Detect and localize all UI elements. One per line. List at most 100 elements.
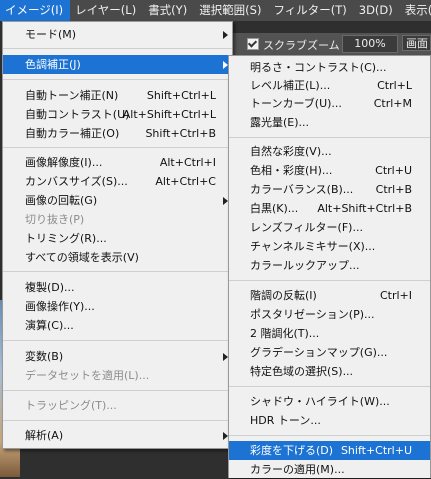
submenu-item-brightness-contrast[interactable]: 明るさ・コントラスト(C)... [229, 58, 430, 77]
menu-item-shortcut: Shift+Ctrl+U [340, 444, 412, 457]
menu-item-shortcut: Ctrl+U [375, 164, 412, 177]
submenu-item-desaturate[interactable]: 彩度を下げる(D) Shift+Ctrl+U [229, 441, 430, 460]
submenu-item-curves[interactable]: トーンカーブ(U)... Ctrl+M [229, 94, 430, 113]
submenu-item-color-lookup[interactable]: カラールックアップ... [229, 256, 430, 275]
submenu-item-channel-mixer[interactable]: チャンネルミキサー(X)... [229, 237, 430, 256]
menu-item-auto-tone[interactable]: 自動トーン補正(N) Shift+Ctrl+L [3, 86, 232, 105]
image-menu: モード(M) 色調補正(J) 自動トーン補正(N) Shift+Ctrl+L 自動… [2, 21, 233, 449]
menu-3d[interactable]: 3D(D) [354, 0, 400, 21]
menu-item-label: カンバスサイズ(S)... [25, 175, 128, 188]
submenu-item-gradient-map[interactable]: グラデーションマップ(G)... [229, 343, 430, 362]
menu-item-shortcut: Ctrl+I [379, 289, 412, 302]
submenu-item-levels[interactable]: レベル補正(L)... Ctrl+L [229, 76, 430, 95]
menu-item-label: チャンネルミキサー(X)... [250, 240, 376, 253]
menu-item-label: 演算(C)... [25, 319, 74, 332]
submenu-item-exposure[interactable]: 露光量(E)... [229, 113, 430, 132]
menu-item-label: 自動コントラスト(U) [25, 108, 130, 121]
submenu-item-black-white[interactable]: 白黒(K)... Alt+Shift+Ctrl+B [229, 199, 430, 218]
separator [3, 79, 232, 80]
menu-item-analysis[interactable]: 解析(A) [3, 426, 232, 445]
menu-item-label: 明るさ・コントラスト(C)... [250, 61, 387, 74]
menu-item-mode[interactable]: モード(M) [3, 25, 232, 44]
menu-item-label: 自動トーン補正(N) [25, 89, 119, 102]
separator [229, 435, 430, 436]
menu-item-label: トーンカーブ(U)... [250, 97, 342, 110]
submenu-arrow-icon [223, 31, 228, 39]
zoom-100-button[interactable]: 100% [342, 35, 398, 53]
menu-item-trap[interactable]: トラッピング(T)... [3, 396, 232, 415]
menu-item-shortcut: Shift+Ctrl+B [145, 127, 216, 140]
separator [229, 386, 430, 387]
menu-item-variables[interactable]: 変数(B) [3, 347, 232, 366]
scrubby-zoom-label: スクラブズーム [263, 39, 340, 52]
menu-item-apply-data-set[interactable]: データセットを適用(L)... [3, 366, 232, 385]
menu-item-label: 画像の回転(G) [25, 194, 98, 207]
menu-item-shortcut: Alt+Ctrl+I [159, 156, 216, 169]
menu-item-label: 複製(D)... [25, 281, 75, 294]
menu-type[interactable]: 書式(Y) [143, 0, 194, 21]
submenu-item-posterize[interactable]: ポスタリゼーション(P)... [229, 305, 430, 324]
menu-item-calculations[interactable]: 演算(C)... [3, 316, 232, 335]
menu-item-label: 画像操作(Y)... [25, 300, 95, 313]
fit-screen-button[interactable]: 画面 [402, 35, 431, 51]
submenu-item-hdr-toning[interactable]: HDR トーン... [229, 411, 430, 430]
menu-item-label: カラールックアップ... [250, 259, 360, 272]
separator [3, 340, 232, 341]
menu-item-adjustments[interactable]: 色調補正(J) [3, 55, 232, 74]
menu-item-label: 色相・彩度(H)... [250, 164, 333, 177]
submenu-item-threshold[interactable]: 2 階調化(T)... [229, 324, 430, 343]
menu-item-auto-contrast[interactable]: 自動コントラスト(U) Alt+Shift+Ctrl+L [3, 105, 232, 124]
separator [3, 271, 232, 272]
separator [3, 420, 232, 421]
menu-select[interactable]: 選択範囲(S) [194, 0, 268, 21]
menu-item-label: 特定色域の選択(S)... [250, 365, 354, 378]
menu-item-shortcut: Alt+Shift+Ctrl+B [317, 202, 412, 215]
submenu-item-vibrance[interactable]: 自然な彩度(V)... [229, 142, 430, 161]
menu-item-label: カラーの適用(M)... [250, 463, 345, 476]
submenu-item-selective-color[interactable]: 特定色域の選択(S)... [229, 362, 430, 381]
menu-item-label: 画像解像度(I)... [25, 156, 103, 169]
separator [229, 280, 430, 281]
menu-item-label: 自然な彩度(V)... [250, 145, 332, 158]
menu-item-label: ポスタリゼーション(P)... [250, 308, 375, 321]
separator [229, 137, 430, 138]
menu-item-label: 変数(B) [25, 350, 64, 363]
menu-item-crop[interactable]: 切り抜き(P) [3, 210, 232, 229]
menu-item-shortcut: Alt+Ctrl+C [155, 175, 216, 188]
menu-item-trim[interactable]: トリミング(R)... [3, 229, 232, 248]
menu-filter[interactable]: フィルター(T) [268, 0, 353, 21]
menu-item-label: トリミング(R)... [25, 232, 107, 245]
menu-item-auto-color[interactable]: 自動カラー補正(O) Shift+Ctrl+B [3, 124, 232, 143]
menu-item-label: 解析(A) [25, 429, 64, 442]
menu-item-shortcut: Alt+Shift+Ctrl+L [122, 108, 216, 121]
scrubby-zoom-checkbox[interactable] [247, 38, 259, 50]
menu-item-shortcut: Ctrl+L [377, 79, 412, 92]
menu-item-label: トラッピング(T)... [25, 399, 117, 412]
submenu-item-hue-saturation[interactable]: 色相・彩度(H)... Ctrl+U [229, 161, 430, 180]
menu-item-shortcut: Ctrl+B [375, 183, 412, 196]
menu-item-label: 2 階調化(T)... [250, 327, 320, 340]
menu-image[interactable]: イメージ(I) [0, 0, 71, 21]
submenu-item-match-color[interactable]: カラーの適用(M)... [229, 460, 430, 479]
menu-item-label: HDR トーン... [250, 414, 321, 427]
menu-item-apply-image[interactable]: 画像操作(Y)... [3, 297, 232, 316]
submenu-item-color-balance[interactable]: カラーバランス(B)... Ctrl+B [229, 180, 430, 199]
menu-item-shortcut: Shift+Ctrl+L [146, 89, 216, 102]
submenu-item-shadows-highlights[interactable]: シャドウ・ハイライト(W)... [229, 392, 430, 411]
separator [3, 147, 232, 148]
menu-item-label: グラデーションマップ(G)... [250, 346, 388, 359]
menu-item-duplicate[interactable]: 複製(D)... [3, 278, 232, 297]
menu-item-reveal-all[interactable]: すべての領域を表示(V) [3, 248, 232, 267]
menu-item-label: 階調の反転(I) [250, 289, 317, 302]
menu-view[interactable]: 表示(V) [400, 0, 431, 21]
menu-item-label: レベル補正(L)... [250, 79, 331, 92]
menu-layer[interactable]: レイヤー(L) [70, 0, 143, 21]
menu-item-label: 自動カラー補正(O) [25, 127, 120, 140]
menu-item-canvas-size[interactable]: カンバスサイズ(S)... Alt+Ctrl+C [3, 172, 232, 191]
submenu-item-invert[interactable]: 階調の反転(I) Ctrl+I [229, 286, 430, 305]
separator [3, 390, 232, 391]
submenu-item-photo-filter[interactable]: レンズフィルター(F)... [229, 218, 430, 237]
menu-item-image-size[interactable]: 画像解像度(I)... Alt+Ctrl+I [3, 153, 232, 172]
menu-item-image-rotation[interactable]: 画像の回転(G) [3, 191, 232, 210]
menu-item-label: 切り抜き(P) [25, 213, 85, 226]
